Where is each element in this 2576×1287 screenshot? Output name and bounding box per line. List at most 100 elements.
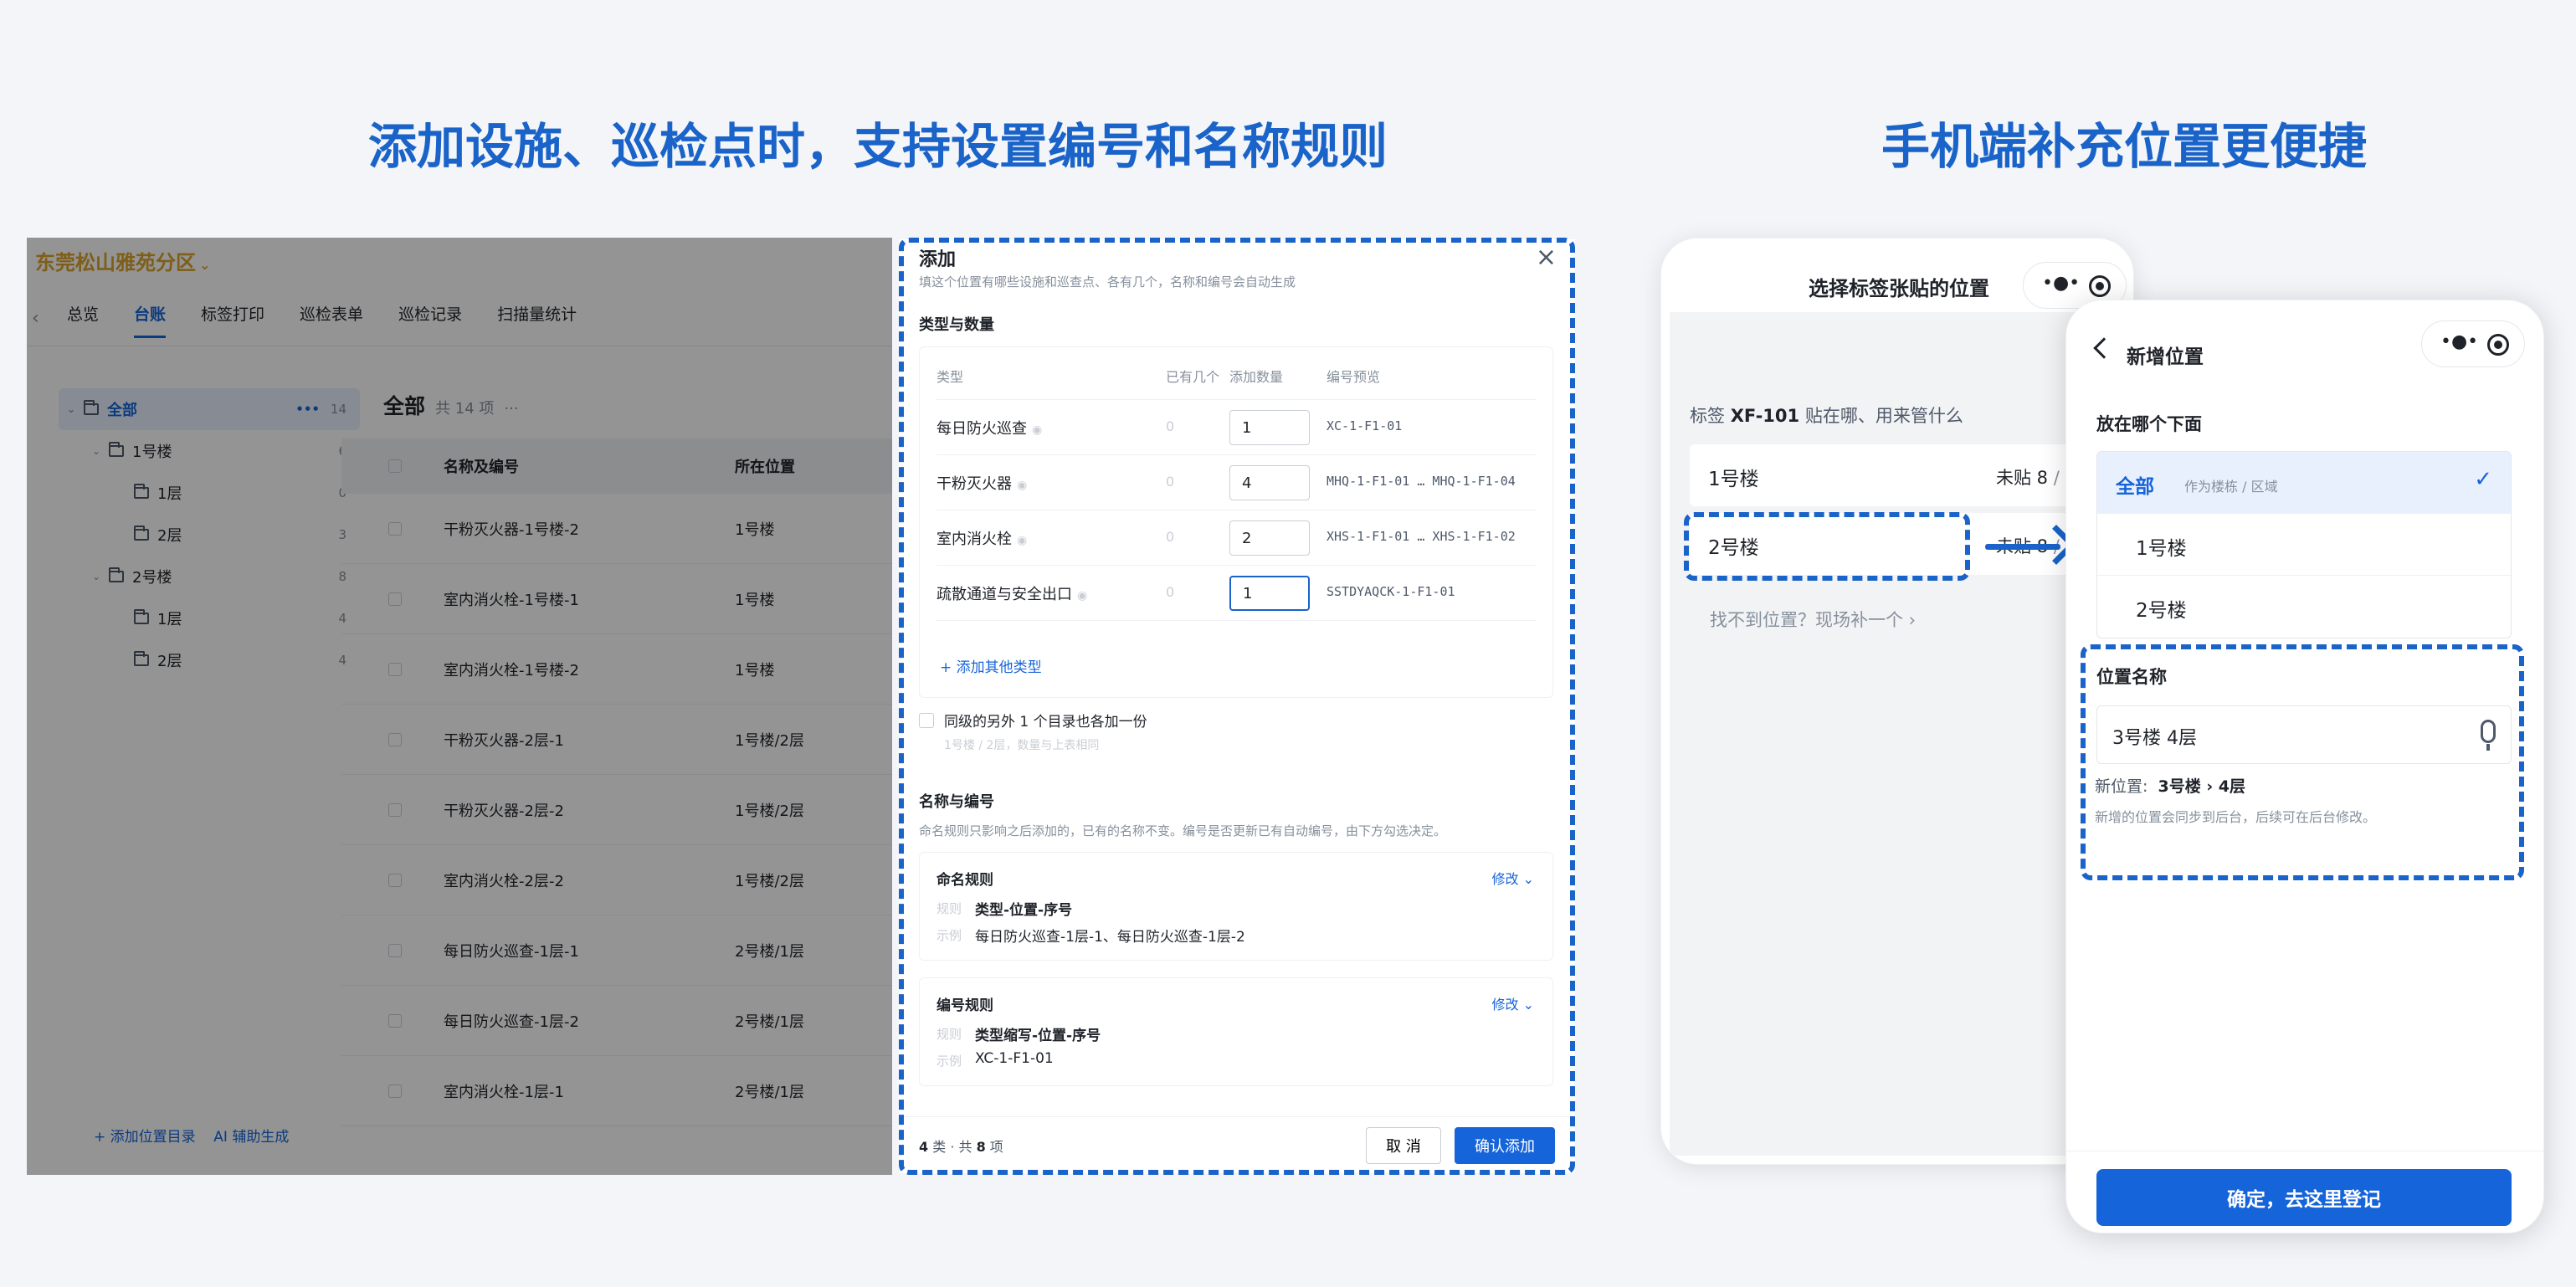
caret-down-icon[interactable]: ⌄	[92, 445, 109, 457]
table-row[interactable]: 室内消火栓-1层-1 2号楼/1层	[341, 1056, 892, 1126]
chevron-left-icon[interactable]: ‹	[32, 308, 39, 329]
tree-item-floor[interactable]: 2层 4	[59, 639, 360, 681]
add-other-type-link[interactable]: + 添加其他类型	[940, 655, 1042, 676]
tree-item-label: 2层	[157, 653, 182, 670]
more-icon[interactable]: •●•	[2440, 331, 2478, 352]
table-row[interactable]: 室内消火栓-1号楼-2 1号楼	[341, 634, 892, 705]
more-icon[interactable]: ···	[504, 400, 518, 418]
tree-item-floor[interactable]: 1层 0	[59, 472, 360, 514]
example-value: 每日防火巡查-1层-1、每日防火巡查-1层-2	[975, 929, 1245, 946]
tree-item-floor[interactable]: 2层 3	[59, 514, 360, 556]
name-label: 位置名称	[2096, 667, 2167, 687]
code-preview: XC-1-F1-01	[1326, 418, 1403, 433]
microphone-icon[interactable]	[2481, 720, 2496, 751]
tree-item-all[interactable]: ⌄ 全部 ••• 14	[59, 388, 360, 430]
more-icon[interactable]: •••	[295, 402, 320, 417]
cell-location: 1号楼	[735, 520, 775, 539]
folder-icon	[134, 651, 149, 666]
quantity-input[interactable]	[1229, 465, 1310, 500]
row-checkbox[interactable]	[388, 873, 402, 887]
option-building-1[interactable]: 1号楼	[2097, 514, 2511, 576]
sync-siblings-hint: 1号楼 / 2层，数量与上表相同	[944, 739, 1100, 752]
tab-ledger[interactable]: 台账	[134, 283, 167, 346]
tab-label-print[interactable]: 标签打印	[201, 283, 264, 346]
screen-title: 新增位置	[2127, 346, 2204, 368]
location-row[interactable]: 1号楼 未贴 8 / 共 8	[1690, 444, 2125, 506]
table-row[interactable]: 室内消火栓-1号楼-1 1号楼	[341, 564, 892, 634]
tab-scan-stats[interactable]: 扫描量统计	[497, 283, 577, 346]
table-row[interactable]: 每日防火巡查-1层-2 2号楼/1层	[341, 986, 892, 1056]
ai-generate-link[interactable]: AI 辅助生成	[213, 1129, 289, 1146]
record-icon[interactable]	[2089, 275, 2111, 297]
quantity-input[interactable]	[1229, 576, 1310, 611]
eye-icon[interactable]: ◉	[1032, 423, 1042, 437]
row-checkbox[interactable]	[388, 943, 402, 957]
eye-icon[interactable]: ◉	[1017, 534, 1027, 547]
row-checkbox[interactable]	[388, 662, 402, 676]
option-building-2[interactable]: 2号楼	[2097, 576, 2511, 638]
desktop-app: 东莞松山雅苑分区 ⌄ ‹ 总览 台账 标签打印 巡检表单 巡检记录 扫描量统计 ⌄…	[27, 238, 892, 1175]
quantity-input[interactable]	[1229, 520, 1310, 556]
cell-location: 2号楼/1层	[735, 942, 804, 961]
cancel-button[interactable]: 取 消	[1366, 1127, 1441, 1164]
cell-location: 1号楼/2层	[735, 802, 804, 820]
record-icon[interactable]	[2487, 334, 2509, 356]
tab-inspection-form[interactable]: 巡检表单	[300, 283, 363, 346]
tab-overview[interactable]: 总览	[67, 283, 99, 346]
tree-item-building-2[interactable]: ⌄ 2号楼 8	[59, 556, 360, 597]
naming-hint: 命名规则只影响之后添加的，已有的名称不变。编号是否更新已有自动编号，由下方勾选决…	[919, 823, 1447, 838]
add-location-link[interactable]: + 添加位置目录	[94, 1129, 196, 1146]
type-name: 干粉灭火器 ◉	[936, 475, 1028, 493]
quantity-input[interactable]	[1229, 410, 1310, 445]
close-icon[interactable]: ×	[1536, 243, 1557, 272]
more-icon[interactable]: •●•	[2042, 273, 2080, 294]
tree-item-building-1[interactable]: ⌄ 1号楼 6	[59, 430, 360, 472]
tree-item-count: 14	[330, 402, 346, 417]
cell-name: 室内消火栓-1层-1	[444, 1083, 564, 1101]
add-location-onsite-link[interactable]: 找不到位置？现场补一个 ›	[1710, 607, 1916, 632]
back-icon[interactable]	[2093, 337, 2115, 359]
option-label: 全部	[2116, 476, 2154, 498]
chevron-down-icon: ⌄	[199, 256, 211, 273]
table-row[interactable]: 干粉灭火器-1号楼-2 1号楼	[341, 494, 892, 564]
table-row[interactable]: 干粉灭火器-2层-2 1号楼/2层	[341, 775, 892, 845]
table-header: 名称及编号 所在位置	[341, 438, 892, 494]
app-tabs: ‹ 总览 台账 标签打印 巡检表单 巡检记录 扫描量统计	[27, 283, 892, 346]
caret-down-icon[interactable]: ⌄	[67, 403, 84, 415]
rule-title: 编号规则	[936, 997, 993, 1014]
confirm-add-button[interactable]: 确认添加	[1455, 1127, 1555, 1164]
sync-siblings-label: 同级的另外 1 个目录也各加一份	[944, 714, 1147, 731]
org-selector[interactable]: 东莞松山雅苑分区 ⌄	[35, 246, 210, 275]
parent-label: 放在哪个下面	[2096, 414, 2202, 434]
row-checkbox[interactable]	[388, 732, 402, 746]
option-sub: 作为楼栋 / 区域	[2184, 479, 2278, 495]
sync-siblings-checkbox[interactable]	[919, 713, 934, 728]
table-row[interactable]: 室内消火栓-2层-2 1号楼/2层	[341, 845, 892, 915]
confirm-register-button[interactable]: 确定，去这里登记	[2096, 1169, 2512, 1226]
code-preview: SSTDYAQCK-1-F1-01	[1326, 584, 1455, 599]
eye-icon[interactable]: ◉	[1017, 479, 1027, 492]
select-all-checkbox[interactable]	[388, 459, 402, 473]
row-checkbox[interactable]	[388, 1013, 402, 1028]
location-name-input[interactable]: 3号楼 4层	[2096, 705, 2512, 764]
table-row[interactable]: 干粉灭火器-2层-1 1号楼/2层	[341, 705, 892, 775]
column-header: 编号预览	[1326, 369, 1381, 385]
type-quantity-table: 类型 已有几个 添加数量 编号预览 每日防火巡查◉ 0 XC-1-F1-01 干…	[919, 346, 1553, 698]
location-name: 2号楼	[1708, 537, 1759, 559]
option-all[interactable]: 全部 作为楼栋 / 区域 ✓	[2097, 452, 2511, 514]
row-checkbox[interactable]	[388, 521, 402, 536]
row-checkbox[interactable]	[388, 802, 402, 817]
tree-item-floor[interactable]: 1层 4	[59, 597, 360, 639]
eye-icon[interactable]: ◉	[1077, 589, 1087, 602]
type-row: 每日防火巡查◉ 0 XC-1-F1-01	[936, 399, 1536, 454]
row-checkbox[interactable]	[388, 1084, 402, 1098]
naming-rule-card: 命名规则 修改 ⌄ 规则 类型-位置-序号 示例 每日防火巡查-1层-1、每日防…	[919, 852, 1553, 961]
row-checkbox[interactable]	[388, 592, 402, 606]
column-header: 已有几个	[1166, 369, 1220, 385]
edit-code-rule-button[interactable]: 修改 ⌄	[1492, 993, 1535, 1013]
table-row[interactable]: 每日防火巡查-1层-1 2号楼/1层	[341, 915, 892, 986]
edit-naming-rule-button[interactable]: 修改 ⌄	[1492, 868, 1535, 888]
tab-inspection-records[interactable]: 巡检记录	[398, 283, 462, 346]
existing-count: 0	[1166, 529, 1175, 545]
caret-down-icon[interactable]: ⌄	[92, 571, 109, 582]
